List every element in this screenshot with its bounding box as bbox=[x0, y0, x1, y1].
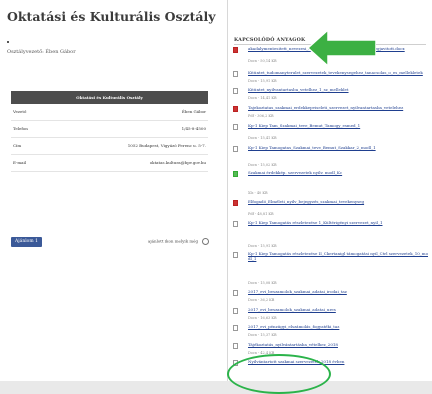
doc-icon bbox=[233, 146, 238, 152]
contact-table-header: Oktatási és Kulturális Osztály bbox=[11, 91, 208, 104]
doc-meta: Docx - 14,41 KB bbox=[248, 96, 277, 100]
pdf-icon bbox=[233, 200, 238, 206]
facebook-share[interactable]: Ajánlom 1 bbox=[11, 237, 42, 247]
doc-icon bbox=[233, 343, 238, 349]
doc-link[interactable]: Szakmai érdekkép. szervezetek nyilv. mod… bbox=[248, 170, 428, 176]
doc-icon bbox=[233, 124, 238, 130]
doc-link[interactable]: Kitüntet_nyilvantartasba_vetelhez_1_sz_m… bbox=[248, 87, 428, 93]
contact-row: Cím 1052 Budapest, Vigyázó Ferenc u. 5-7… bbox=[11, 138, 208, 155]
doc-meta: Xls - 40 KB bbox=[248, 191, 268, 195]
doc-link[interactable]: Kp-1 Kiep Tamogatás részletezése II_Cker… bbox=[248, 251, 428, 261]
doc-link[interactable]: Kitüntet_tudomanyterulet_szervezetek_tev… bbox=[248, 70, 428, 76]
arrow-shape bbox=[308, 30, 376, 66]
doc-link[interactable]: Tajekoztatas_szakmai_erdekkepviseleti_sz… bbox=[248, 105, 428, 111]
page: Oktatási és Kulturális Osztály Osztályve… bbox=[0, 0, 432, 394]
contact-row: Telefon 1/45-8-4500 bbox=[11, 121, 208, 138]
related-doc[interactable]: 2017_evi_beszamolok_szakmai_adatai_ures … bbox=[233, 307, 428, 322]
facebook-like-button[interactable]: Ajánlom 1 bbox=[11, 237, 42, 247]
doc-link[interactable]: 2017_evi_pénzügyi_elszámolás_fogyatéki_t… bbox=[248, 324, 428, 330]
doc-meta: Pdf - 306,2 KB bbox=[248, 114, 274, 118]
doc-meta: Docx - 15,91 KB bbox=[248, 79, 277, 83]
share-note-text: ajánlott ikon melyik még bbox=[148, 238, 199, 244]
doc-link[interactable]: Kp-1 Kiep Tamogatás részletezése 1_Külté… bbox=[248, 220, 428, 226]
related-doc[interactable]: Kp-1 Kiep Tamogatás részletezése II_Cker… bbox=[233, 251, 428, 286]
doc-meta: Docx - 15,91 KB bbox=[248, 244, 277, 248]
doc-link[interactable]: Tájékoztatás_nyilvántartásba_vételhez_20… bbox=[248, 342, 428, 348]
doc-meta: Docx - 36,2 KB bbox=[248, 298, 275, 302]
doc-link[interactable]: 2017_evi_beszamolok_szakmai_adatai_iroda… bbox=[248, 289, 428, 295]
contact-value: 1/45-8-4500 bbox=[181, 126, 206, 131]
related-doc[interactable]: Kp-1 Kiep Tamogatas_Szakmai_teve_Bemut_S… bbox=[233, 145, 428, 168]
doc-icon bbox=[233, 325, 238, 331]
related-doc[interactable]: Kp-1 Kiep Tamogatás részletezése 1_Külté… bbox=[233, 220, 428, 248]
doc-link[interactable]: Elfogadó_Elméleti_nyilv_bejegyzés_szakma… bbox=[248, 199, 428, 205]
contact-label: Vezető bbox=[13, 109, 27, 114]
related-doc[interactable]: 2017_evi_beszamolok_szakmai_adatai_iroda… bbox=[233, 289, 428, 304]
annotation-ellipse bbox=[227, 354, 331, 394]
image-icon bbox=[233, 171, 238, 177]
column-divider bbox=[227, 0, 228, 381]
page-title: Oktatási és Kulturális Osztály bbox=[7, 9, 216, 24]
bullet-icon bbox=[7, 41, 9, 43]
annotation-arrow-icon bbox=[308, 30, 376, 66]
doc-meta: Docx - 15,02 KB bbox=[248, 163, 277, 167]
doc-link[interactable]: Kp-1 Kiep Tamogatas_Szakmai_teve_Bemut_S… bbox=[248, 145, 428, 151]
department-leader: Osztályvezető: Ében Gábor bbox=[7, 49, 76, 55]
related-doc[interactable]: Elfogadó_Elméleti_nyilv_bejegyzés_szakma… bbox=[233, 199, 428, 218]
contact-label: E-mail bbox=[13, 160, 27, 165]
related-doc[interactable]: Kitüntet_nyilvantartasba_vetelhez_1_sz_m… bbox=[233, 87, 428, 102]
related-doc[interactable]: Tajekoztatas_szakmai_erdekkepviseleti_sz… bbox=[233, 105, 428, 120]
doc-icon bbox=[233, 71, 238, 77]
doc-link[interactable]: 2017_evi_beszamolok_szakmai_adatai_ures bbox=[248, 307, 428, 313]
contact-label: Telefon bbox=[13, 126, 28, 131]
related-materials-heading: KAPCSOLÓDÓ ANYAGOK bbox=[234, 37, 306, 43]
doc-icon bbox=[233, 88, 238, 94]
doc-meta: Pdf - 48,81 KB bbox=[248, 212, 274, 216]
doc-icon bbox=[233, 221, 238, 227]
related-doc[interactable]: Kp-1 Kiep Tam_Szakmai_teve_Bemut_Tamogy_… bbox=[233, 123, 428, 142]
related-doc[interactable]: 2017_evi_pénzügyi_elszámolás_fogyatéki_t… bbox=[233, 324, 428, 339]
contact-value[interactable]: oktatas.kultura@bpv.gov.hu bbox=[150, 155, 206, 171]
contact-value: 1052 Budapest, Vigyázó Ferenc u. 5-7. bbox=[127, 143, 206, 148]
contact-row: Vezető Ében Gábor bbox=[11, 104, 208, 121]
related-doc[interactable]: Szakmai érdekkép. szervezetek nyilv. mod… bbox=[233, 170, 428, 197]
contact-label: Cím bbox=[13, 143, 22, 148]
doc-meta: Docx - 15,41 KB bbox=[248, 136, 277, 140]
doc-icon bbox=[233, 308, 238, 314]
doc-meta: Docx - 50,14 KB bbox=[248, 59, 277, 63]
doc-meta: Docx - 16,63 KB bbox=[248, 316, 277, 320]
contact-row: E-mail oktatas.kultura@bpv.gov.hu bbox=[11, 155, 208, 172]
doc-meta: Docx - 15,08 KB bbox=[248, 281, 277, 285]
contact-value: Ében Gábor bbox=[181, 109, 206, 114]
pdf-icon bbox=[233, 47, 238, 53]
doc-icon bbox=[233, 252, 238, 258]
pdf-icon bbox=[233, 106, 238, 112]
doc-meta: Docx - 15,37 KB bbox=[248, 333, 277, 337]
contact-table: Oktatási és Kulturális Osztály Vezető Éb… bbox=[11, 91, 208, 172]
related-doc[interactable]: Kitüntet_tudomanyterulet_szervezetek_tev… bbox=[233, 70, 428, 85]
doc-link[interactable]: Kp-1 Kiep Tam_Szakmai_teve_Bemut_Tamogy_… bbox=[248, 123, 428, 129]
share-note: ajánlott ikon melyik még bbox=[148, 238, 210, 245]
info-icon[interactable] bbox=[202, 238, 210, 245]
doc-icon bbox=[233, 290, 238, 296]
